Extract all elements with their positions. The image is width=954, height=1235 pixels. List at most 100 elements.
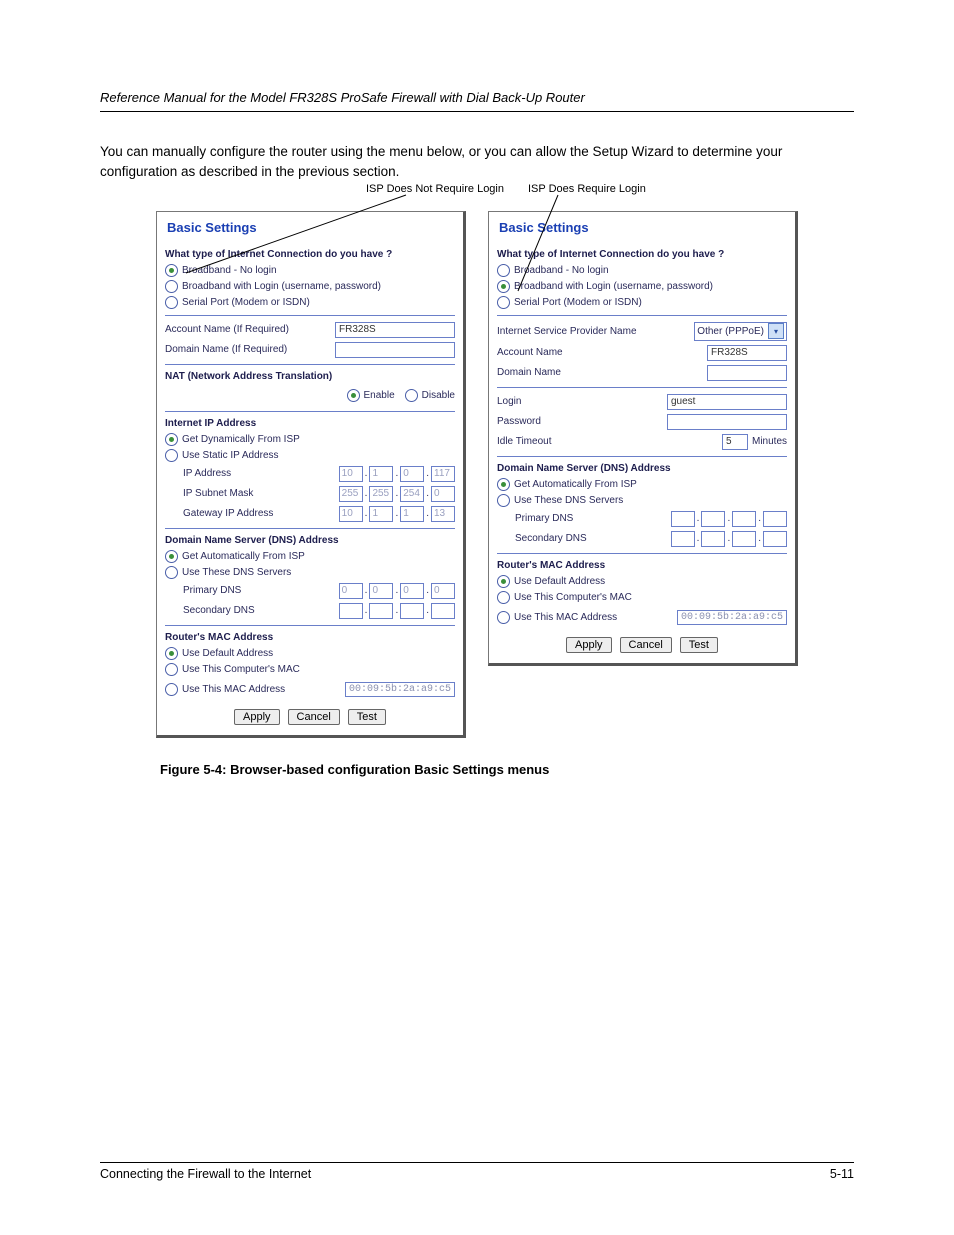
account-name-input[interactable] <box>707 345 787 361</box>
radio-dns-use[interactable] <box>165 566 178 579</box>
radio-no-login[interactable] <box>165 264 178 277</box>
radio-serial[interactable] <box>497 296 510 309</box>
header-rule <box>100 111 854 112</box>
isp-name-label: Internet Service Provider Name <box>497 326 694 337</box>
radio-dns-use[interactable] <box>497 494 510 507</box>
ip-head: Internet IP Address <box>165 418 455 429</box>
callout-line-right <box>488 201 798 202</box>
radio-mac-default[interactable] <box>165 647 178 660</box>
question-head: What type of Internet Connection do you … <box>165 249 455 260</box>
radio-mac-use[interactable] <box>497 611 510 624</box>
panel-title: Basic Settings <box>499 220 787 235</box>
callout-line-left <box>156 201 466 202</box>
password-label: Password <box>497 416 667 427</box>
radio-mac-default[interactable] <box>497 575 510 588</box>
sdns-label: Secondary DNS <box>183 605 339 616</box>
question-head: What type of Internet Connection do you … <box>497 249 787 260</box>
apply-button[interactable]: Apply <box>234 709 280 725</box>
test-button[interactable]: Test <box>348 709 386 725</box>
subnet-input[interactable]: . . . <box>339 486 455 502</box>
intro-paragraph: You can manually configure the router us… <box>100 142 854 183</box>
radio-mac-pc[interactable] <box>497 591 510 604</box>
dns-auto-label: Get Automatically From ISP <box>514 479 637 490</box>
ip-addr-label: IP Address <box>183 468 339 479</box>
sep <box>165 315 455 316</box>
ip-static-label: Use Static IP Address <box>182 450 279 461</box>
gateway-label: Gateway IP Address <box>183 508 339 519</box>
domain-name-label: Domain Name (If Required) <box>165 344 335 355</box>
panels-row: ISP Does Not Require Login Basic Setting… <box>100 211 854 738</box>
idle-input[interactable] <box>722 434 748 450</box>
radio-nat-disable[interactable] <box>405 389 418 402</box>
radio-mac-pc[interactable] <box>165 663 178 676</box>
apply-button[interactable]: Apply <box>566 637 612 653</box>
mac-head: Router's MAC Address <box>165 632 455 643</box>
pdns-label: Primary DNS <box>183 585 339 596</box>
pdns-label: Primary DNS <box>515 513 671 524</box>
dns-use-label: Use These DNS Servers <box>182 567 291 578</box>
pdns-input[interactable]: ... <box>671 511 787 527</box>
mac-use-label: Use This MAC Address <box>514 612 677 623</box>
nat-enable-label: Enable <box>364 390 395 401</box>
sep <box>497 456 787 457</box>
gateway-input[interactable]: . . . <box>339 506 455 522</box>
cancel-button[interactable]: Cancel <box>288 709 340 725</box>
account-name-label: Account Name (If Required) <box>165 324 335 335</box>
sdns-input[interactable]: ... <box>339 603 455 619</box>
login-label: Login <box>497 396 667 407</box>
test-button[interactable]: Test <box>680 637 718 653</box>
callout-right: ISP Does Require Login <box>528 183 646 195</box>
password-input[interactable] <box>667 414 787 430</box>
radio-dns-auto[interactable] <box>165 550 178 563</box>
sdns-input[interactable]: ... <box>671 531 787 547</box>
domain-name-input[interactable] <box>707 365 787 381</box>
mac-input[interactable]: 00:09:5b:2a:a9:c5 <box>677 610 787 625</box>
radio-nat-enable[interactable] <box>347 389 360 402</box>
cancel-button[interactable]: Cancel <box>620 637 672 653</box>
opt-login-label: Broadband with Login (username, password… <box>514 281 713 292</box>
radio-serial[interactable] <box>165 296 178 309</box>
radio-no-login[interactable] <box>497 264 510 277</box>
chevron-down-icon: ▾ <box>768 323 784 339</box>
radio-login[interactable] <box>165 280 178 293</box>
sep <box>165 528 455 529</box>
opt-serial-label: Serial Port (Modem or ISDN) <box>182 297 310 308</box>
opt-login-label: Broadband with Login (username, password… <box>182 281 381 292</box>
login-input[interactable] <box>667 394 787 410</box>
account-name-label: Account Name <box>497 347 707 358</box>
ip-addr-input[interactable]: . . . <box>339 466 455 482</box>
opt-serial-label: Serial Port (Modem or ISDN) <box>514 297 642 308</box>
radio-mac-use[interactable] <box>165 683 178 696</box>
radio-dns-auto[interactable] <box>497 478 510 491</box>
callout-left: ISP Does Not Require Login <box>366 183 504 195</box>
sep <box>497 387 787 388</box>
mac-pc-label: Use This Computer's MAC <box>182 664 300 675</box>
panel-login: Basic Settings What type of Internet Con… <box>488 211 798 666</box>
panel-title: Basic Settings <box>167 220 455 235</box>
panel-no-login: Basic Settings What type of Internet Con… <box>156 211 466 738</box>
pdns-input[interactable]: . . . <box>339 583 455 599</box>
mac-input[interactable]: 00:09:5b:2a:a9:c5 <box>345 682 455 697</box>
mac-head: Router's MAC Address <box>497 560 787 571</box>
idle-label: Idle Timeout <box>497 436 722 447</box>
sdns-label: Secondary DNS <box>515 533 671 544</box>
subnet-label: IP Subnet Mask <box>183 488 339 499</box>
opt-no-login-label: Broadband - No login <box>182 265 277 276</box>
mac-use-label: Use This MAC Address <box>182 684 345 695</box>
opt-no-login-label: Broadband - No login <box>514 265 609 276</box>
idle-unit: Minutes <box>752 436 787 447</box>
isp-select[interactable]: Other (PPPoE) ▾ <box>694 322 787 341</box>
radio-login[interactable] <box>497 280 510 293</box>
account-name-input[interactable] <box>335 322 455 338</box>
running-header: Reference Manual for the Model FR328S Pr… <box>100 90 854 105</box>
sep <box>497 553 787 554</box>
mac-default-label: Use Default Address <box>514 576 605 587</box>
radio-ip-static[interactable] <box>165 449 178 462</box>
sep <box>497 315 787 316</box>
mac-pc-label: Use This Computer's MAC <box>514 592 632 603</box>
domain-name-input[interactable] <box>335 342 455 358</box>
isp-select-value: Other (PPPoE) <box>697 326 764 337</box>
radio-ip-dyn[interactable] <box>165 433 178 446</box>
footer-left: Connecting the Firewall to the Internet <box>100 1167 311 1181</box>
dns-head: Domain Name Server (DNS) Address <box>497 463 787 474</box>
